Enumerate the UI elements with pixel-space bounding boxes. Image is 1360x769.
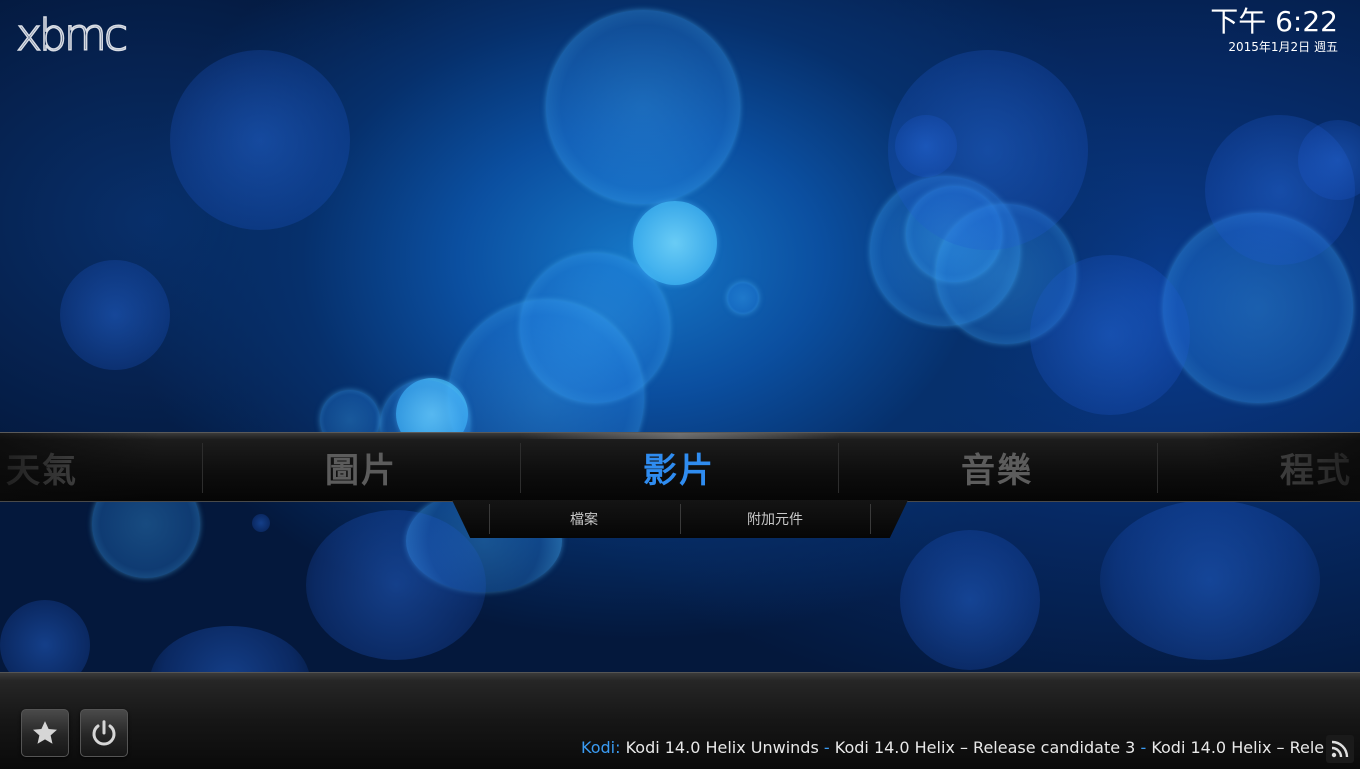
submenu: 檔案 附加元件 xyxy=(452,500,908,538)
menu-item-weather[interactable]: 天氣 xyxy=(0,433,201,501)
menu-item-pictures[interactable]: 圖片 xyxy=(202,433,520,501)
power-button[interactable] xyxy=(80,709,128,757)
bokeh-circle xyxy=(546,10,740,204)
bokeh-circle xyxy=(1030,255,1190,415)
main-menu: 天氣 圖片 影片 音樂 程式 xyxy=(0,432,1360,502)
rss-source: Kodi: xyxy=(581,738,621,757)
menu-item-videos[interactable]: 影片 xyxy=(520,433,838,501)
bokeh-circle xyxy=(252,514,270,532)
rss-button[interactable] xyxy=(1326,735,1354,763)
clock-time: 下午 6:22 xyxy=(1210,5,1338,38)
bokeh-circle xyxy=(60,260,170,370)
rss-item: Kodi 14.0 Helix – Release candidate 3 xyxy=(834,738,1136,757)
bokeh-circle xyxy=(0,600,90,672)
bokeh-circle xyxy=(727,282,759,314)
bottom-bar: Kodi: Kodi 14.0 Helix Unwinds - Kodi 14.… xyxy=(0,672,1360,769)
submenu-item-files[interactable]: 檔案 xyxy=(489,504,679,534)
submenu-item-addons[interactable]: 附加元件 xyxy=(680,504,870,534)
rss-item: Kodi 14.0 Helix Unwinds xyxy=(625,738,819,757)
clock-date: 2015年1月2日 週五 xyxy=(1228,40,1338,54)
xbmc-logo: xbmc xyxy=(15,10,129,61)
bokeh-circle xyxy=(170,50,350,230)
background-bokeh xyxy=(0,0,1360,672)
power-icon xyxy=(92,720,116,746)
menu-item-music[interactable]: 音樂 xyxy=(838,433,1156,501)
bokeh-circle xyxy=(150,626,310,672)
favourites-button[interactable] xyxy=(21,709,69,757)
star-icon xyxy=(33,721,57,744)
clock: 下午 6:22 2015年1月2日 週五 xyxy=(1210,4,1338,54)
rss-separator: - xyxy=(823,738,830,757)
submenu-separator xyxy=(870,504,871,534)
bokeh-circle xyxy=(1100,500,1320,660)
rss-ticker[interactable]: Kodi: Kodi 14.0 Helix Unwinds - Kodi 14.… xyxy=(581,737,1325,759)
bokeh-circle xyxy=(900,530,1040,670)
rss-separator: - xyxy=(1140,738,1147,757)
menu-item-programs[interactable]: 程式 xyxy=(1157,433,1360,501)
bokeh-circle xyxy=(306,510,486,660)
bokeh-circle xyxy=(895,115,957,177)
rss-icon xyxy=(1331,740,1349,758)
rss-item: Kodi 14.0 Helix – Release xyxy=(1151,738,1325,757)
